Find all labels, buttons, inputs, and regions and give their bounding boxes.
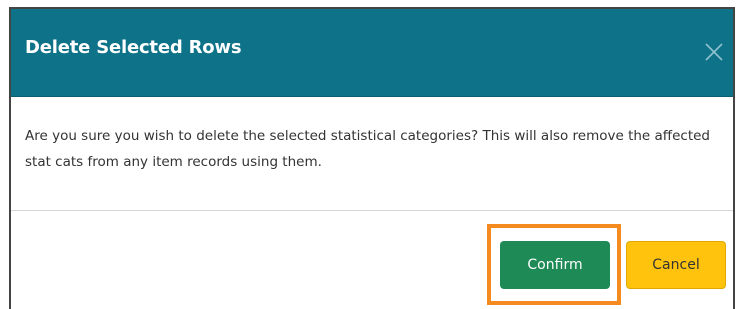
confirmation-message: Are you sure you wish to delete the sele… [25, 128, 710, 170]
modal-body: Are you sure you wish to delete the sele… [11, 96, 733, 211]
modal-header: Delete Selected Rows [11, 9, 733, 97]
close-icon [705, 43, 723, 61]
confirm-button[interactable]: Confirm [500, 241, 610, 289]
close-button[interactable] [697, 35, 731, 69]
modal-footer: Confirm Cancel [11, 211, 733, 309]
cancel-button[interactable]: Cancel [626, 241, 726, 289]
modal-title: Delete Selected Rows [25, 37, 242, 58]
modal-dialog: Delete Selected Rows Are you sure you wi… [9, 7, 735, 309]
